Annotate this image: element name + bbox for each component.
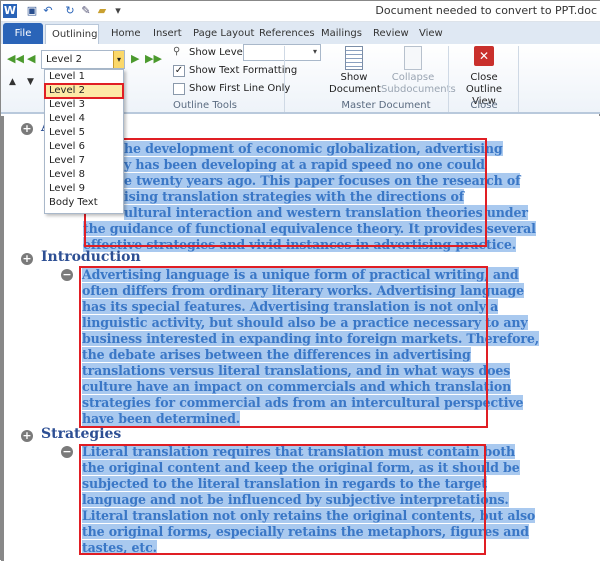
collapse-icon[interactable]: − [61, 269, 73, 281]
move-up-icon[interactable]: ▲ [9, 77, 16, 87]
demote-to-body-icon[interactable]: ▶▶ [145, 52, 162, 65]
master-document-group-label: Master Document [341, 100, 431, 111]
outline-tools-group-label: Outline Tools [173, 100, 237, 111]
tab-review[interactable]: Review [367, 24, 415, 44]
left-border [1, 116, 4, 561]
show-first-line-only-label: Show First Line Only [189, 83, 291, 94]
tab-insert[interactable]: Insert [147, 24, 188, 44]
collapse-subdocuments-button[interactable]: Collapse Subdocuments [381, 46, 456, 96]
level-option[interactable]: Level 5 [45, 126, 123, 140]
window-title: Document needed to convert to PPT.doc [375, 4, 597, 17]
tab-file[interactable]: File [3, 23, 43, 44]
redo-icon[interactable]: ↻ [63, 4, 77, 18]
level-dropdown-list: Level 1 Level 2 Level 3 Level 4 Level 5 … [44, 69, 124, 214]
demote-icon[interactable]: ▶ [131, 52, 139, 65]
show-document-label-2: Document [329, 84, 381, 95]
level-option[interactable]: Body Text [45, 196, 123, 210]
tab-view[interactable]: View [413, 24, 449, 44]
annotation-box [79, 266, 488, 428]
ribbon-tabs: File Outlining Home Insert Page Layout R… [1, 22, 600, 44]
customize-icon[interactable]: ▾ [111, 4, 125, 18]
tab-mailings[interactable]: Mailings [315, 24, 368, 44]
collapse-icon[interactable]: − [61, 446, 73, 458]
title-bar: W ▣ ↶ ↻ ✎ ▰ ▾ Document needed to convert… [1, 1, 600, 22]
promote-icon[interactable]: ◀ [27, 52, 35, 65]
level-option[interactable]: Level 1 [45, 70, 123, 84]
outline-level-value: Level 2 [46, 54, 82, 65]
close-outline-view-button[interactable]: ✕ Close Outline View [453, 46, 515, 108]
divider [448, 46, 449, 112]
show-level-select[interactable]: ▾ [243, 44, 321, 61]
show-level-label: Show Level: [189, 47, 249, 58]
level-option-selected[interactable]: Level 2 [44, 83, 124, 99]
close-group-label: Close [470, 100, 498, 111]
chevron-down-icon: ▾ [312, 47, 317, 56]
divider [518, 46, 519, 112]
level-option[interactable]: Level 6 [45, 140, 123, 154]
level-option[interactable]: Level 7 [45, 154, 123, 168]
annotation-box [79, 444, 486, 555]
collapse-subdocuments-icon [404, 46, 422, 70]
document-icon [345, 46, 363, 70]
move-down-icon[interactable]: ▼ [27, 77, 34, 87]
outline-level-combo[interactable]: Level 2 ▾ [41, 50, 125, 69]
expand-icon[interactable]: + [21, 430, 33, 442]
folder-icon[interactable]: ▰ [95, 4, 109, 18]
attach-icon[interactable]: ✎ [79, 4, 93, 18]
save-icon[interactable]: ▣ [25, 4, 39, 18]
word-icon: W [3, 4, 17, 18]
section-heading: Introduction [41, 249, 141, 265]
section-heading: Strategies [41, 426, 122, 442]
annotation-box [84, 138, 487, 247]
expand-icon[interactable]: + [21, 123, 33, 135]
collapse-label-2: Subdocuments [381, 84, 456, 95]
expand-icon[interactable]: + [21, 253, 33, 265]
level-option[interactable]: Level 9 [45, 182, 123, 196]
show-first-line-only-checkbox[interactable] [173, 83, 185, 95]
show-text-formatting-checkbox[interactable]: ✓ [173, 65, 185, 77]
tab-references[interactable]: References [253, 24, 321, 44]
close-label-1: Close [470, 72, 498, 83]
collapse-label-1: Collapse [391, 72, 435, 83]
tab-outlining[interactable]: Outlining [45, 24, 99, 44]
close-icon: ✕ [474, 46, 494, 66]
show-level-icon: ⚲ [173, 46, 181, 57]
level-option[interactable]: Level 4 [45, 112, 123, 126]
level-option[interactable]: Level 3 [45, 98, 123, 112]
show-document-button[interactable]: Show Document [329, 46, 381, 96]
level-option[interactable]: Level 8 [45, 168, 123, 182]
tab-page-layout[interactable]: Page Layout [187, 24, 260, 44]
promote-to-heading-icon[interactable]: ◀◀ [7, 52, 24, 65]
chevron-down-icon[interactable]: ▾ [113, 51, 124, 68]
show-document-label-1: Show [340, 72, 368, 83]
show-text-formatting-label: Show Text Formatting [189, 65, 298, 76]
divider [284, 46, 285, 112]
tab-home[interactable]: Home [105, 24, 147, 44]
undo-icon[interactable]: ↶ [41, 4, 55, 18]
